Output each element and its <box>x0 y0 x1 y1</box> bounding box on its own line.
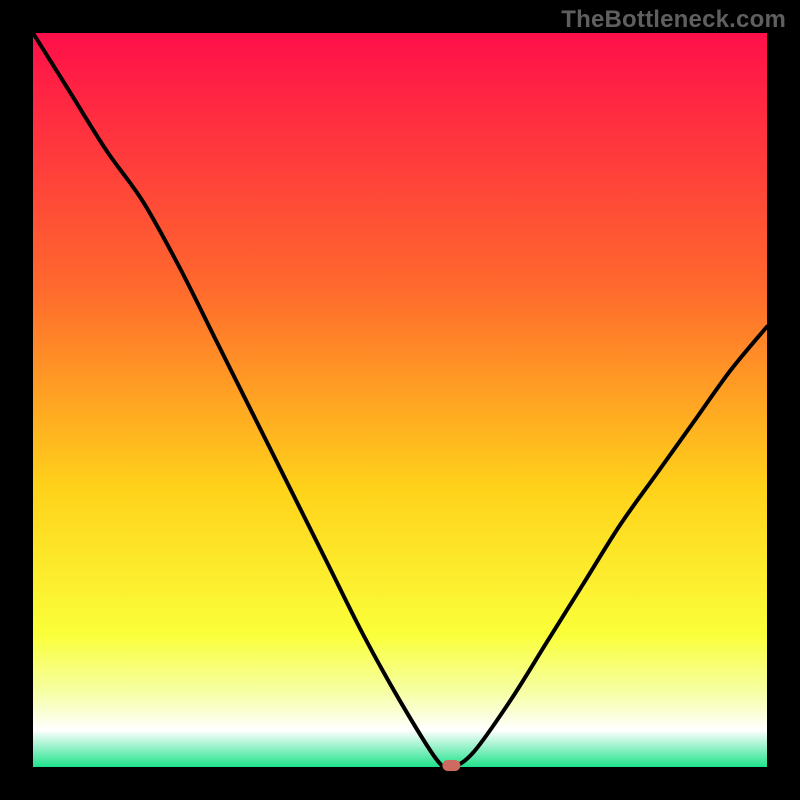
minimum-marker <box>442 760 460 771</box>
plot-background <box>33 33 767 767</box>
chart-stage: TheBottleneck.com <box>0 0 800 800</box>
chart-svg <box>0 0 800 800</box>
watermark-label: TheBottleneck.com <box>561 6 786 34</box>
